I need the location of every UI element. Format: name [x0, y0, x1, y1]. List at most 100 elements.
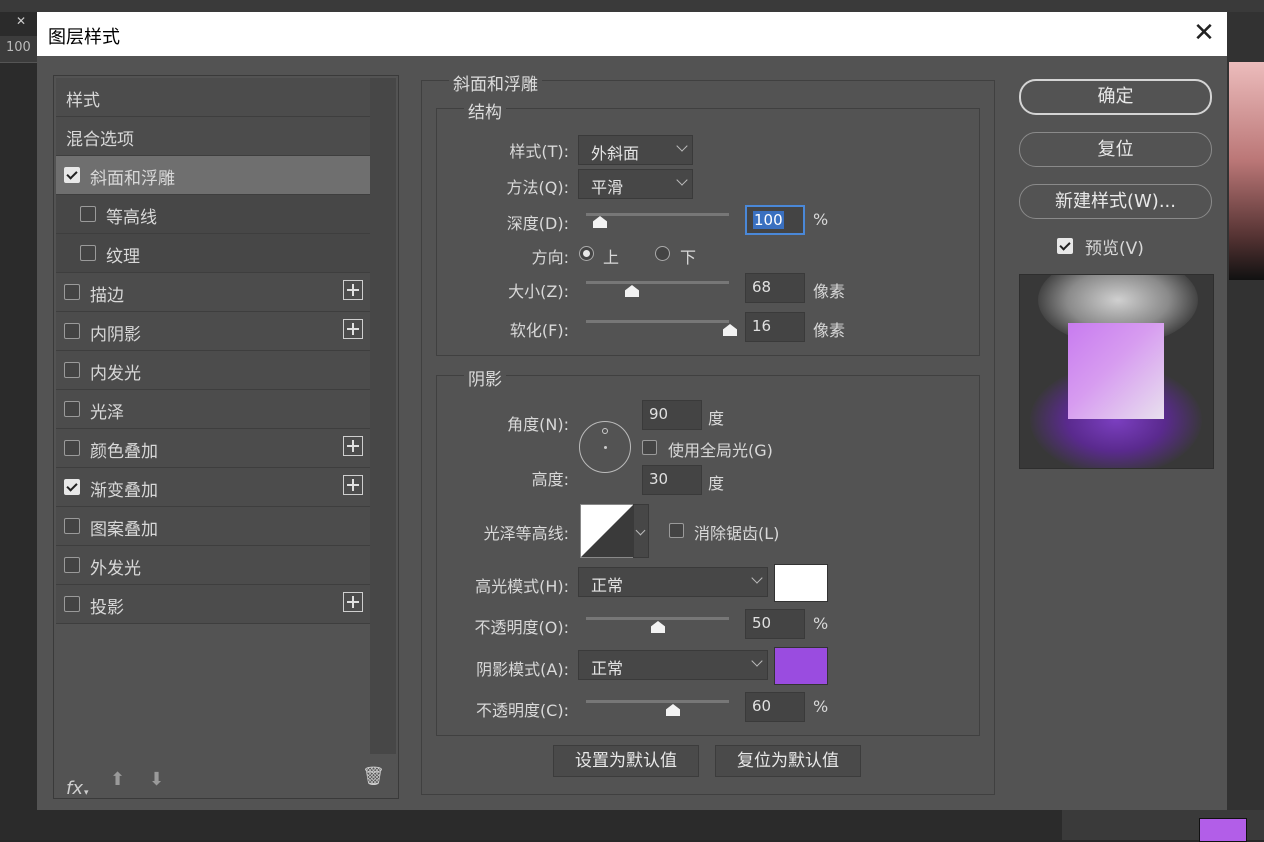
move-up-icon[interactable]: ⬆ — [110, 769, 125, 790]
style-item[interactable]: 图案叠加 — [56, 507, 370, 546]
style-item-label: 内发光 — [90, 364, 141, 384]
style-item[interactable]: 渐变叠加 — [56, 468, 370, 507]
altitude-input[interactable]: 30 — [642, 465, 702, 495]
style-item-checkbox[interactable] — [64, 323, 80, 339]
shading-title: 阴影 — [464, 365, 506, 390]
add-effect-icon[interactable] — [343, 280, 363, 300]
style-item-checkbox[interactable] — [64, 167, 80, 183]
reset-default-button[interactable]: 复位为默认值 — [715, 745, 861, 777]
add-effect-icon[interactable] — [343, 475, 363, 495]
highlight-mode-select[interactable]: 正常 — [578, 567, 768, 597]
styles-scrollbar[interactable] — [370, 78, 396, 754]
size-slider[interactable] — [586, 281, 729, 284]
style-item-checkbox[interactable] — [64, 596, 80, 612]
style-item-label: 内阴影 — [90, 325, 141, 345]
style-item[interactable]: 颜色叠加 — [56, 429, 370, 468]
style-preview — [1019, 274, 1214, 469]
close-icon[interactable]: ✕ — [1192, 20, 1216, 46]
style-item-checkbox[interactable] — [64, 479, 80, 495]
highlight-opacity-slider[interactable] — [586, 617, 729, 620]
style-item-checkbox[interactable] — [64, 401, 80, 417]
shadow-color-swatch[interactable] — [774, 647, 828, 685]
highlight-color-swatch[interactable] — [774, 564, 828, 602]
style-item-checkbox[interactable] — [64, 440, 80, 456]
anti-alias-label: 消除锯齿(L) — [694, 524, 780, 543]
style-item[interactable]: 斜面和浮雕 — [56, 156, 370, 195]
style-item[interactable]: 描边 — [56, 273, 370, 312]
global-light-checkbox[interactable] — [642, 440, 657, 455]
gloss-contour-dropdown[interactable] — [633, 504, 649, 558]
make-default-button[interactable]: 设置为默认值 — [553, 745, 699, 777]
style-item-label: 颜色叠加 — [90, 442, 158, 462]
angle-dial-center — [604, 446, 607, 449]
style-item[interactable]: 混合选项 — [56, 117, 370, 156]
angle-input[interactable]: 90 — [642, 400, 702, 430]
style-item-label: 光泽 — [90, 403, 124, 423]
style-item-checkbox[interactable] — [64, 362, 80, 378]
style-item-label: 等高线 — [106, 208, 157, 228]
style-item-label: 渐变叠加 — [90, 481, 158, 501]
soften-slider[interactable] — [586, 320, 729, 323]
style-select[interactable]: 外斜面 — [578, 135, 693, 165]
shadow-opacity-input[interactable]: 60 — [745, 692, 805, 722]
shadow-opacity-slider[interactable] — [586, 700, 729, 703]
method-label: 方法(Q): — [506, 178, 569, 197]
shadow-opacity-unit: % — [813, 697, 829, 716]
style-item-checkbox[interactable] — [80, 206, 96, 222]
style-item-checkbox[interactable] — [64, 284, 80, 300]
global-light-label: 使用全局光(G) — [668, 441, 773, 460]
depth-input[interactable]: 100 — [745, 205, 805, 235]
reset-button[interactable]: 复位 — [1019, 132, 1212, 167]
ok-button[interactable]: 确定 — [1019, 79, 1212, 115]
chevron-down-icon — [751, 655, 763, 667]
shadow-mode-label: 阴影模式(A): — [476, 660, 569, 679]
soften-input[interactable]: 16 — [745, 312, 805, 342]
size-input[interactable]: 68 — [745, 273, 805, 303]
direction-down-radio[interactable] — [655, 246, 670, 261]
preview-checkbox[interactable] — [1057, 238, 1073, 254]
depth-slider[interactable] — [586, 213, 729, 216]
style-item[interactable]: 内阴影 — [56, 312, 370, 351]
dialog-title: 图层样式 — [48, 27, 120, 48]
app-top-bar — [0, 0, 1264, 12]
altitude-unit: 度 — [708, 474, 725, 493]
add-effect-icon[interactable] — [343, 436, 363, 456]
preview-label: 预览(V) — [1085, 239, 1144, 259]
add-effect-icon[interactable] — [343, 319, 363, 339]
style-item-checkbox[interactable] — [64, 557, 80, 573]
style-select-value: 外斜面 — [591, 144, 640, 163]
new-style-button[interactable]: 新建样式(W)... — [1019, 184, 1212, 219]
angle-label: 角度(N): — [507, 415, 569, 434]
style-item[interactable]: 等高线 — [56, 195, 370, 234]
highlight-mode-label: 高光模式(H): — [475, 577, 569, 596]
depth-label: 深度(D): — [506, 214, 569, 233]
dialog-titlebar: 图层样式 ✕ — [37, 12, 1227, 56]
depth-unit: % — [813, 210, 829, 229]
depth-input-value: 100 — [753, 211, 784, 229]
anti-alias-checkbox[interactable] — [669, 523, 684, 538]
style-item-checkbox[interactable] — [64, 518, 80, 534]
delete-effect-icon[interactable]: 🗑 — [362, 766, 385, 787]
fx-dropdown-icon[interactable]: ▾ — [84, 788, 89, 798]
style-item-label: 图案叠加 — [90, 520, 158, 540]
method-select[interactable]: 平滑 — [578, 169, 693, 199]
style-item-checkbox[interactable] — [80, 245, 96, 261]
style-item[interactable]: 纹理 — [56, 234, 370, 273]
style-item[interactable]: 内发光 — [56, 351, 370, 390]
gloss-contour-preview[interactable] — [580, 504, 634, 558]
direction-down-label: 下 — [680, 248, 697, 267]
style-item[interactable]: 光泽 — [56, 390, 370, 429]
fx-icon[interactable]: fx — [66, 778, 83, 799]
style-item[interactable]: 样式 — [56, 78, 370, 117]
move-down-icon[interactable]: ⬇ — [149, 769, 164, 790]
angle-dial[interactable] — [579, 421, 631, 473]
style-item[interactable]: 投影 — [56, 585, 370, 624]
styles-list-panel: 样式 混合选项 斜面和浮雕等高线纹理描边内阴影内发光光泽颜色叠加渐变叠加图案叠加外发… — [53, 75, 399, 799]
shadow-mode-select[interactable]: 正常 — [578, 650, 768, 680]
close-tab-icon[interactable]: ✕ — [16, 14, 26, 28]
style-item[interactable]: 外发光 — [56, 546, 370, 585]
direction-up-radio[interactable] — [579, 246, 594, 261]
highlight-opacity-input[interactable]: 50 — [745, 609, 805, 639]
add-effect-icon[interactable] — [343, 592, 363, 612]
style-item-label: 描边 — [90, 286, 124, 306]
